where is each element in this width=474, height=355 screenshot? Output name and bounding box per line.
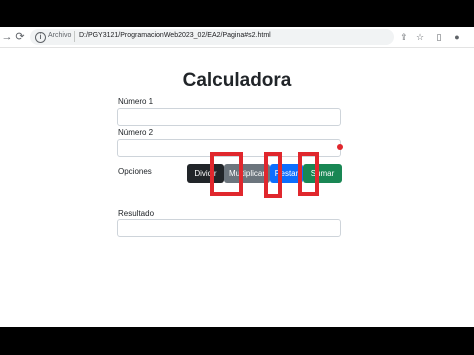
annotation-box	[264, 152, 282, 198]
numero1-input[interactable]	[117, 108, 341, 126]
numero1-label: Número 1	[118, 97, 154, 106]
scheme-label: Archivo	[48, 32, 72, 39]
opciones-label: Opciones	[118, 167, 152, 176]
sidebar-icon[interactable]: ▯	[433, 30, 445, 44]
address-bar[interactable]: i Archivo D:/PGY3121/ProgramacionWeb2023…	[30, 29, 394, 45]
recording-dot	[337, 144, 343, 150]
info-icon[interactable]: i	[35, 32, 46, 43]
star-icon[interactable]: ☆	[414, 30, 426, 44]
browser-toolbar: → ⟳ i Archivo D:/PGY3121/ProgramacionWeb…	[0, 27, 474, 48]
annotation-box	[210, 152, 243, 196]
url-text[interactable]: D:/PGY3121/ProgramacionWeb2023_02/EA2/Pa…	[79, 32, 271, 39]
profile-icon[interactable]: ●	[451, 30, 463, 44]
resultado-label: Resultado	[118, 209, 155, 218]
share-icon[interactable]: ⇪	[398, 30, 410, 44]
back-arrow-icon[interactable]: →	[0, 30, 14, 44]
annotation-box	[298, 152, 319, 196]
page-title: Calculadora	[182, 70, 292, 91]
letterbox-bar	[0, 327, 474, 355]
address-separator	[74, 31, 75, 42]
resultado-input[interactable]	[117, 219, 341, 237]
reload-icon[interactable]: ⟳	[13, 30, 27, 44]
numero2-label: Número 2	[118, 128, 154, 137]
